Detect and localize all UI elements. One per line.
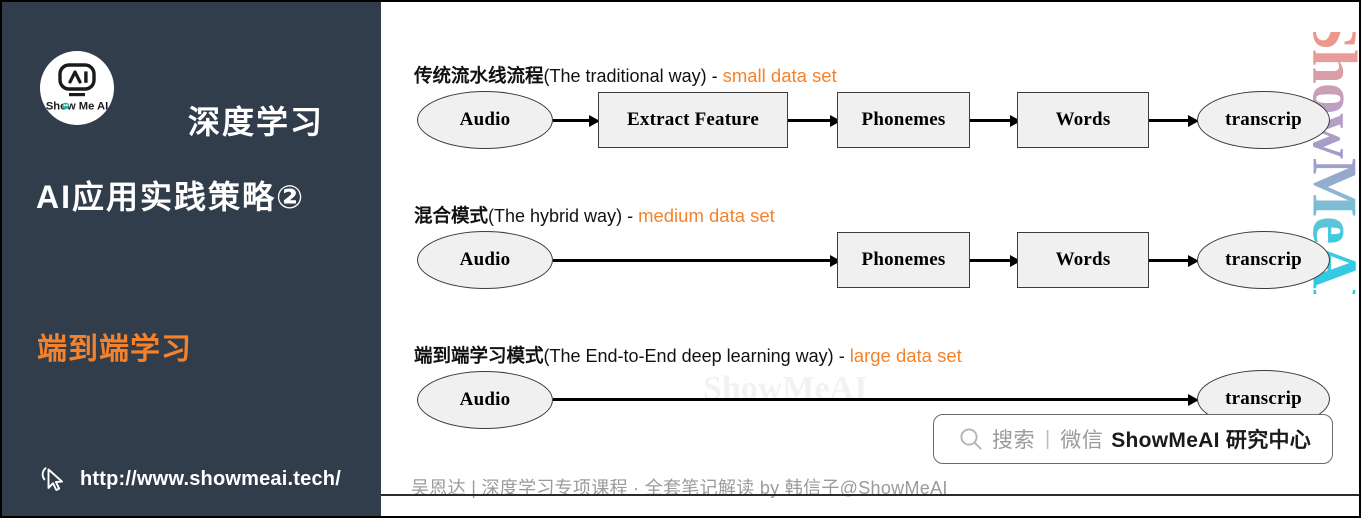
section-3-heading: 端到端学习模式(The End-to-End deep learning way… — [414, 342, 962, 368]
node-transcript-2[interactable]: transcrip — [1197, 231, 1330, 289]
sidebar-url-row[interactable]: http://www.showmeai.tech/ — [38, 464, 341, 494]
sidebar-url-text: http://www.showmeai.tech/ — [80, 467, 341, 490]
section-2-heading-dash: - — [622, 206, 639, 226]
logo-wordmark: Show Me AI — [46, 101, 108, 113]
connector-1-2 — [788, 119, 836, 122]
footer-credit: 吴恩达 | 深度学习专项课程 · 全套笔记解读 by 韩信子@ShowMeAI — [411, 478, 948, 498]
search-icon — [960, 428, 982, 450]
section-1-heading-dash: - — [706, 66, 723, 86]
node-audio-3[interactable]: Audio — [417, 371, 553, 429]
section-1-heading-cn: 传统流水线流程 — [414, 65, 544, 86]
search-separator: | — [1045, 427, 1051, 450]
section-2-heading-tag: medium data set — [638, 205, 775, 226]
sidebar-topic-highlight: 端到端学习 — [37, 333, 192, 366]
slide-root: Show Me AI 深度学习 AI应用实践策略② 端到端学习 http://w… — [0, 0, 1361, 518]
node-words-2[interactable]: Words — [1017, 232, 1149, 288]
footer-divider — [381, 494, 1359, 496]
node-words-1[interactable]: Words — [1017, 92, 1149, 148]
mouse-pointer-icon — [41, 467, 63, 491]
section-1-heading: 传统流水线流程(The traditional way) - small dat… — [414, 62, 837, 88]
section-1-heading-tag: small data set — [722, 65, 837, 86]
sidebar: Show Me AI 深度学习 AI应用实践策略② 端到端学习 http://w… — [2, 2, 381, 516]
node-audio-2[interactable]: Audio — [417, 231, 553, 289]
connector-3-1 — [553, 398, 1194, 401]
search-label: 搜索 — [992, 429, 1035, 452]
node-transcript-1[interactable]: transcrip — [1197, 91, 1330, 149]
section-3-heading-tag: large data set — [849, 345, 962, 366]
sidebar-title-line2: AI应用实践策略② — [36, 179, 306, 215]
section-2-heading-en: (The hybrid way) — [488, 206, 623, 226]
wechat-search-pill[interactable]: 搜索 | 微信 ShowMeAI 研究中心 — [933, 414, 1333, 464]
show-me-ai-logo: Show Me AI — [40, 51, 114, 125]
main-content: ShowMeAI ShowMeAI 传统流水线流程(The traditiona… — [381, 2, 1359, 516]
node-extract-feature[interactable]: Extract Feature — [598, 92, 788, 148]
section-3-heading-dash: - — [833, 346, 850, 366]
node-phonemes-1[interactable]: Phonemes — [837, 92, 970, 148]
section-1-heading-en: (The traditional way) — [543, 66, 707, 86]
sidebar-title-line1: 深度学习 — [188, 104, 325, 140]
connector-2-1 — [553, 259, 837, 262]
section-2-heading: 混合模式(The hybrid way) - medium data set — [414, 202, 775, 228]
show-me-ai-robot-logo: Show Me AI — [46, 63, 108, 113]
search-channel: 微信 — [1060, 429, 1104, 452]
center-showmeai-watermark: ShowMeAI — [703, 370, 868, 407]
section-3-heading-cn: 端到端学习模式 — [414, 345, 544, 366]
node-phonemes-2[interactable]: Phonemes — [837, 232, 970, 288]
search-brand: ShowMeAI 研究中心 — [1111, 429, 1312, 452]
section-2-heading-cn: 混合模式 — [414, 205, 489, 226]
section-3-heading-en: (The End-to-End deep learning way) — [543, 346, 834, 366]
node-audio-1[interactable]: Audio — [417, 91, 553, 149]
